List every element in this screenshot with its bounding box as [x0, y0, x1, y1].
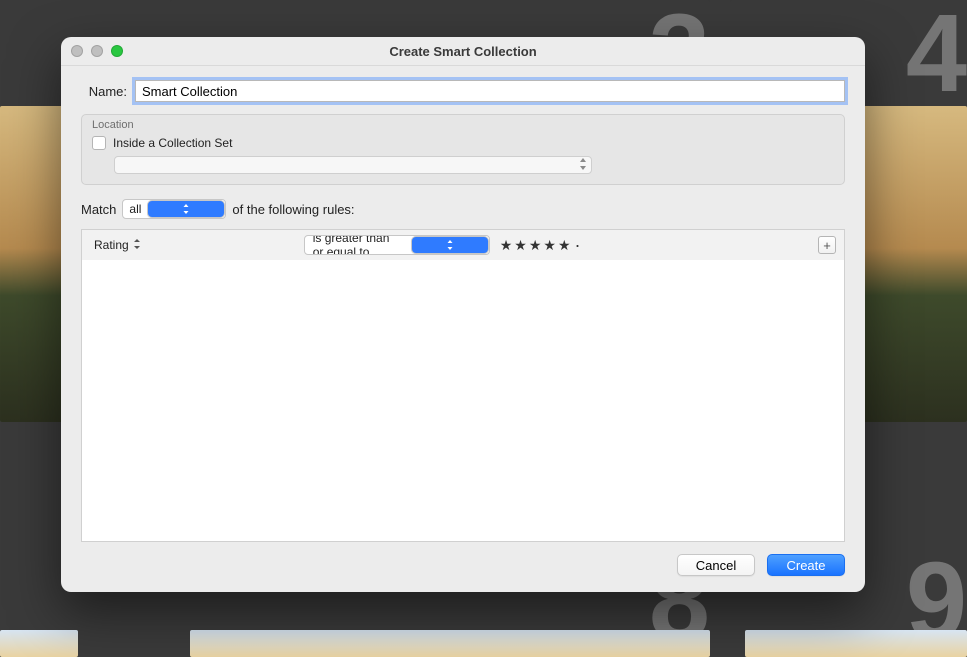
- rule-field-value: Rating: [94, 238, 129, 252]
- cancel-button[interactable]: Cancel: [677, 554, 755, 576]
- titlebar: Create Smart Collection: [61, 37, 865, 66]
- star-icon: ★: [543, 237, 556, 254]
- name-input[interactable]: [135, 80, 845, 102]
- dialog-title: Create Smart Collection: [61, 44, 865, 59]
- inside-collection-set-row[interactable]: Inside a Collection Set: [92, 136, 834, 150]
- plus-icon: +: [823, 238, 831, 253]
- rules-list: Rating is greater than or equal to ★ ★ ★: [81, 229, 845, 542]
- inside-collection-set-checkbox[interactable]: [92, 136, 106, 150]
- collection-set-select[interactable]: [114, 156, 592, 174]
- match-prefix: Match: [81, 202, 116, 217]
- bg-thumb-mid: [190, 630, 710, 657]
- window-controls: [71, 45, 123, 57]
- create-button[interactable]: Create: [767, 554, 845, 576]
- star-icon: ★: [529, 237, 542, 254]
- match-mode-value: all: [123, 202, 147, 216]
- location-group: Location Inside a Collection Set: [81, 114, 845, 185]
- close-icon[interactable]: [71, 45, 83, 57]
- rating-extra-dot: ·: [573, 238, 583, 252]
- rule-operator-value: is greater than or equal to: [305, 235, 411, 255]
- rule-field-select[interactable]: Rating: [90, 235, 144, 255]
- bg-thumb-right: [745, 630, 967, 657]
- rule-operator-select[interactable]: is greater than or equal to: [304, 235, 490, 255]
- star-icon: ★: [558, 237, 571, 254]
- location-header: Location: [82, 115, 844, 132]
- match-suffix: of the following rules:: [232, 202, 354, 217]
- chevron-updown-icon: [579, 158, 587, 172]
- match-mode-select[interactable]: all: [122, 199, 226, 219]
- star-icon: ★: [500, 237, 513, 254]
- chevron-updown-icon: [147, 200, 225, 218]
- star-icon: ★: [514, 237, 527, 254]
- add-rule-button[interactable]: +: [818, 236, 836, 254]
- create-smart-collection-dialog: Create Smart Collection Name: Location I…: [61, 37, 865, 592]
- rule-rating-value[interactable]: ★ ★ ★ ★ ★ ·: [500, 237, 583, 254]
- zoom-icon[interactable]: [111, 45, 123, 57]
- bg-thumb-left: [0, 630, 78, 657]
- match-row: Match all of the following rules:: [81, 199, 845, 219]
- name-label: Name:: [81, 84, 127, 99]
- dialog-footer: Cancel Create: [61, 542, 865, 592]
- chevron-updown-icon: [411, 236, 489, 254]
- chevron-updown-icon: [134, 239, 140, 251]
- rule-row: Rating is greater than or equal to ★ ★ ★: [82, 230, 844, 260]
- inside-collection-set-label: Inside a Collection Set: [113, 136, 232, 150]
- minimize-icon[interactable]: [91, 45, 103, 57]
